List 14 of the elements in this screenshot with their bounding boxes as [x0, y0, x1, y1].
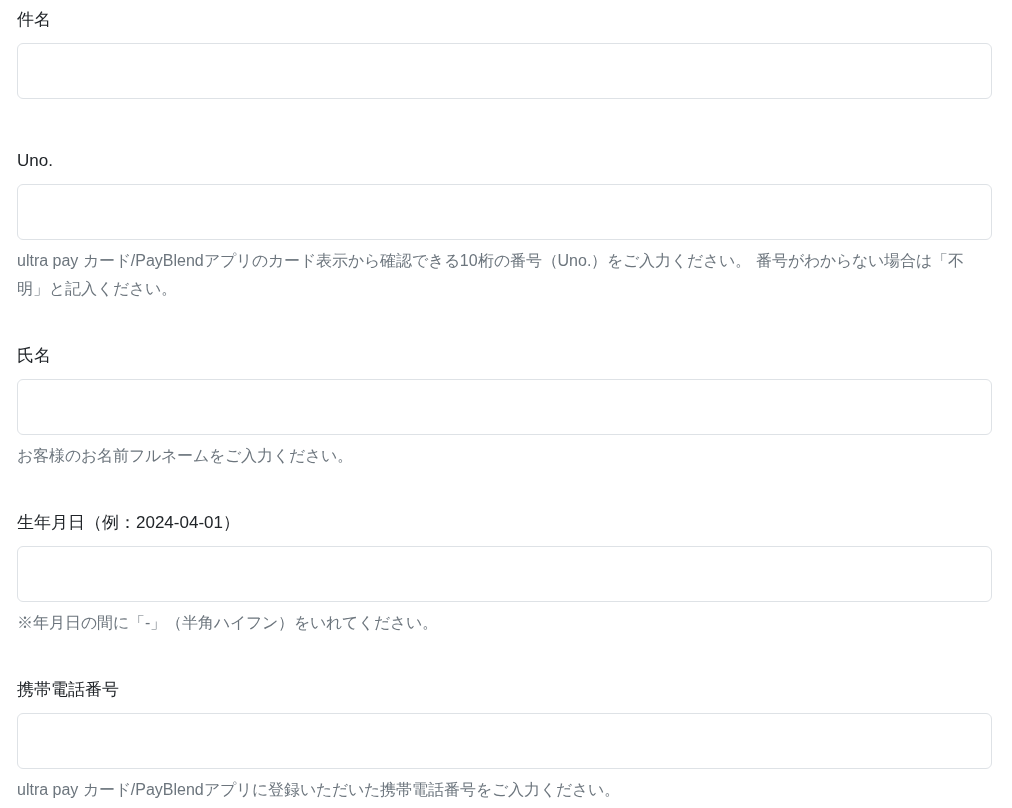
help-text: お客様のお名前フルネームをご入力ください。	[17, 446, 354, 466]
help-text: ultra pay カード/PayBlendアプリのカード表示から確認できる10桁の番号（Uno.）をご入力ください。 番号がわからない場合は「不明」と記入ください。	[17, 251, 965, 299]
field-label: 生年月日（例：2024-04-01）	[17, 512, 240, 534]
field-label: 氏名	[17, 345, 51, 367]
field-label: Uno.	[17, 150, 53, 172]
help-text: ※年月日の間に「-」（半角ハイフン）をいれてください。	[17, 613, 440, 633]
field-label: 携帯電話番号	[17, 679, 119, 701]
input-field[interactable]	[17, 184, 992, 240]
input-field[interactable]	[17, 43, 992, 99]
input-field[interactable]	[17, 713, 992, 769]
help-text: ultra pay カード/PayBlendアプリに登録いただいた携帯電話番号をご入力ください。	[17, 780, 621, 800]
field-label: 件名	[17, 9, 51, 31]
input-field[interactable]	[17, 546, 992, 602]
input-field[interactable]	[17, 379, 992, 435]
